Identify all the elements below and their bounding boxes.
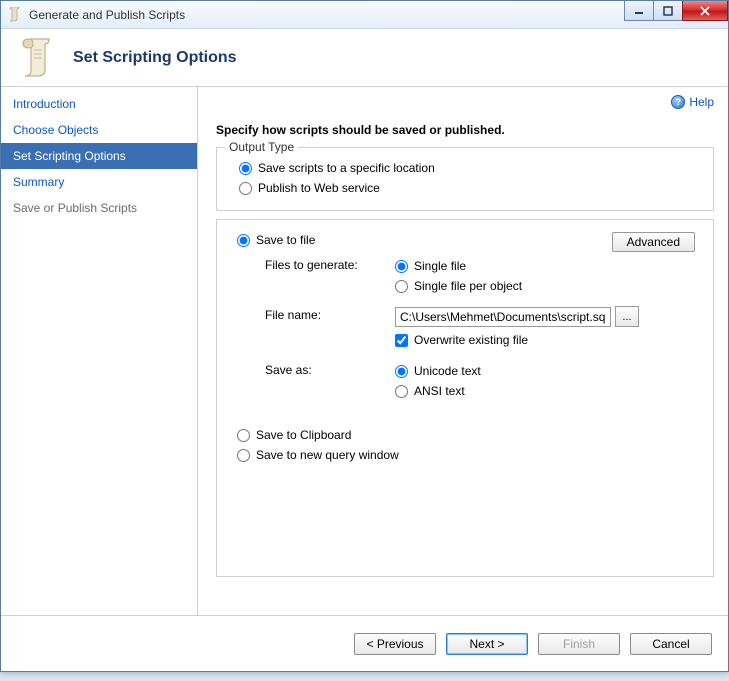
previous-button[interactable]: < Previous — [354, 633, 436, 655]
content-pane: ? Help Specify how scripts should be sav… — [198, 87, 728, 615]
wizard-header: Set Scripting Options — [1, 29, 728, 87]
file-name-label: File name: — [265, 306, 395, 322]
output-type-legend: Output Type — [225, 140, 298, 154]
radio-save-to-new-query-input[interactable] — [237, 449, 250, 462]
radio-unicode-input[interactable] — [395, 365, 408, 378]
sidebar-item-introduction[interactable]: Introduction — [1, 91, 197, 117]
window-title: Generate and Publish Scripts — [29, 8, 185, 22]
file-name-input[interactable] — [395, 307, 611, 327]
advanced-button[interactable]: Advanced — [612, 232, 695, 252]
radio-publish-web-label: Publish to Web service — [258, 181, 380, 195]
help-label: Help — [689, 95, 714, 109]
radio-save-to-new-query[interactable]: Save to new query window — [237, 445, 701, 465]
next-button[interactable]: Next > — [446, 633, 528, 655]
wizard-footer: < Previous Next > Finish Cancel — [1, 615, 728, 671]
radio-save-to-clipboard[interactable]: Save to Clipboard — [237, 425, 701, 445]
overwrite-checkbox[interactable] — [395, 334, 408, 347]
radio-ansi-label: ANSI text — [414, 384, 465, 398]
save-as-label: Save as: — [265, 361, 395, 377]
page-title: Set Scripting Options — [73, 49, 237, 67]
radio-save-location-label: Save scripts to a specific location — [258, 161, 435, 175]
help-icon: ? — [671, 95, 685, 109]
files-to-generate-label: Files to generate: — [265, 256, 395, 272]
radio-ansi-text[interactable]: ANSI text — [395, 381, 701, 401]
radio-unicode-text[interactable]: Unicode text — [395, 361, 701, 381]
sidebar-item-choose-objects[interactable]: Choose Objects — [1, 117, 197, 143]
overwrite-checkbox-row[interactable]: Overwrite existing file — [395, 333, 701, 347]
radio-single-file-label: Single file — [414, 259, 466, 273]
radio-single-file-per-object[interactable]: Single file per object — [395, 276, 701, 296]
radio-save-to-clipboard-label: Save to Clipboard — [256, 428, 351, 442]
app-icon — [7, 7, 23, 23]
radio-ansi-input[interactable] — [395, 385, 408, 398]
titlebar: Generate and Publish Scripts — [1, 1, 728, 29]
sidebar: Introduction Choose Objects Set Scriptin… — [1, 87, 198, 615]
radio-single-file[interactable]: Single file — [395, 256, 701, 276]
sidebar-item-summary[interactable]: Summary — [1, 169, 197, 195]
sidebar-item-set-scripting-options[interactable]: Set Scripting Options — [1, 143, 197, 169]
minimize-button[interactable] — [624, 1, 654, 21]
radio-single-file-per-object-label: Single file per object — [414, 279, 522, 293]
finish-button[interactable]: Finish — [538, 633, 620, 655]
radio-publish-web-input[interactable] — [239, 182, 252, 195]
instruction-text: Specify how scripts should be saved or p… — [216, 123, 714, 137]
radio-save-location[interactable]: Save scripts to a specific location — [229, 158, 701, 178]
radio-save-to-file-input[interactable] — [237, 234, 250, 247]
save-options-group: Advanced Save to file Files to generate: — [216, 219, 714, 577]
close-button[interactable] — [682, 1, 728, 21]
browse-button[interactable]: ... — [615, 306, 639, 327]
radio-unicode-label: Unicode text — [414, 364, 481, 378]
radio-save-to-file-label: Save to file — [256, 233, 315, 247]
scroll-icon — [15, 36, 59, 80]
wizard-body: Introduction Choose Objects Set Scriptin… — [1, 87, 728, 615]
overwrite-label: Overwrite existing file — [414, 333, 528, 347]
cancel-button[interactable]: Cancel — [630, 633, 712, 655]
radio-single-file-per-object-input[interactable] — [395, 280, 408, 293]
help-link[interactable]: ? Help — [671, 95, 714, 109]
maximize-button[interactable] — [653, 1, 683, 21]
radio-save-to-new-query-label: Save to new query window — [256, 448, 399, 462]
window-controls — [625, 1, 728, 21]
sidebar-item-save-or-publish[interactable]: Save or Publish Scripts — [1, 195, 197, 221]
radio-save-to-clipboard-input[interactable] — [237, 429, 250, 442]
output-type-group: Output Type Save scripts to a specific l… — [216, 147, 714, 211]
wizard-window: Generate and Publish Scripts Set Scrip — [0, 0, 729, 672]
radio-save-location-input[interactable] — [239, 162, 252, 175]
radio-publish-web[interactable]: Publish to Web service — [229, 178, 701, 198]
radio-single-file-input[interactable] — [395, 260, 408, 273]
